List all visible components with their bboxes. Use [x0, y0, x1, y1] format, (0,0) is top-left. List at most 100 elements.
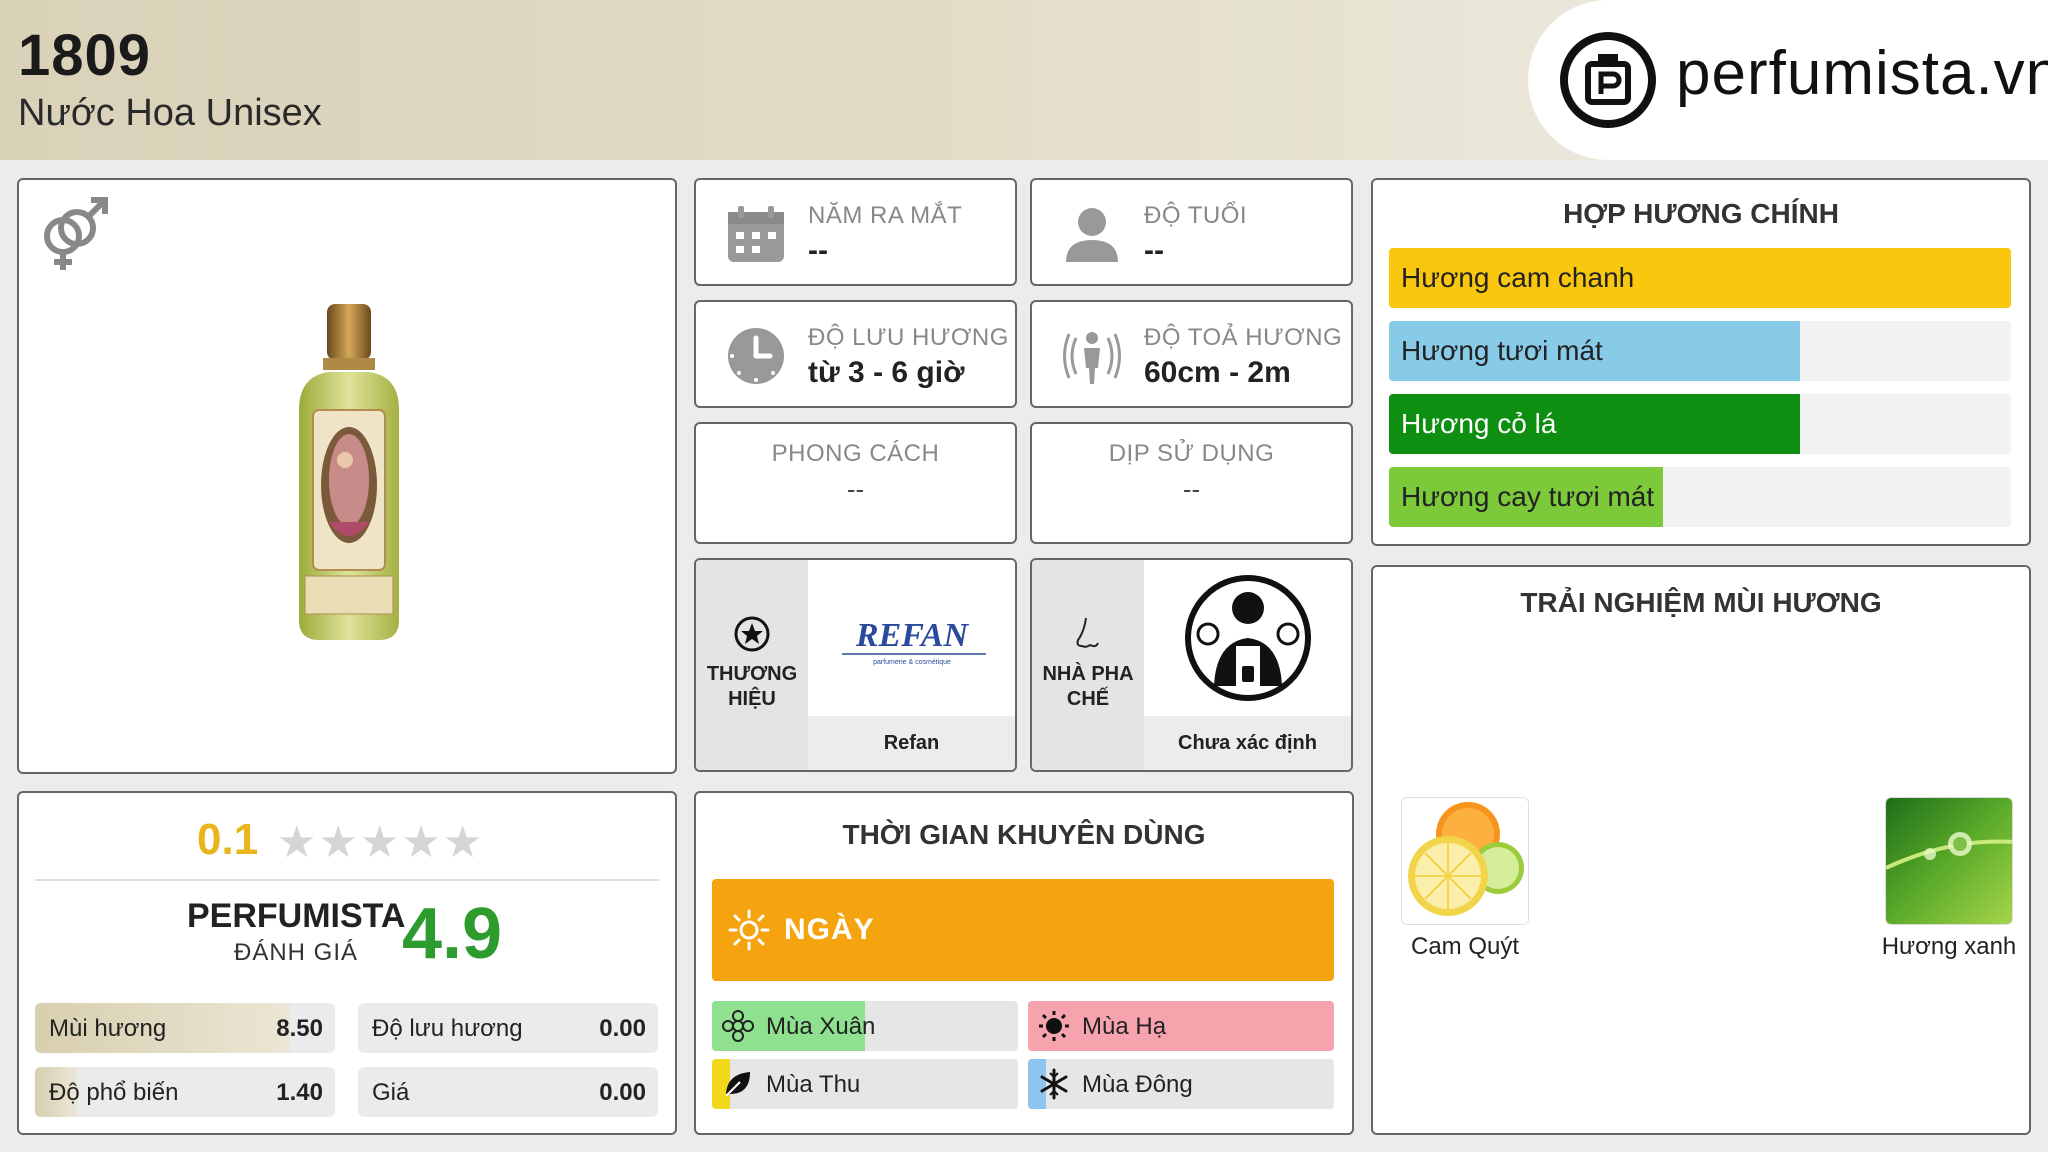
leaf-icon: [722, 1068, 754, 1100]
style-value: --: [846, 474, 865, 504]
accord-bar: Hương cam chanh: [1389, 248, 2011, 308]
occasion-label: DỊP SỬ DỤNG: [1108, 440, 1275, 467]
perfumer-label-line1: NHÀ PHA: [1042, 663, 1134, 685]
main-accords-title: HỢP HƯƠNG CHÍNH: [1563, 198, 1839, 229]
accord-bar: Hương cay tươi mát: [1389, 467, 2011, 527]
perfumer-label-line2: CHẾ: [1066, 688, 1110, 710]
rating-metric-value: 0.00: [599, 1079, 646, 1106]
refan-logo-image: REFAN parfumerie & cosmétique: [842, 617, 986, 666]
user-icon: [1066, 208, 1118, 262]
season-label: Mùa Xuân: [766, 1013, 876, 1040]
star-icon[interactable]: ★: [318, 818, 359, 867]
star-icon[interactable]: ★: [401, 818, 442, 867]
star-icon[interactable]: ★: [360, 818, 401, 867]
season-bar: Mùa Hạ: [1028, 1001, 1334, 1051]
season-label: Mùa Hạ: [1082, 1013, 1167, 1040]
accord-label: Hương tươi mát: [1401, 335, 1603, 366]
main-accords-card: HỢP HƯƠNG CHÍNH Hương cam chanh Hương tươ…: [1371, 178, 2031, 546]
release-year-label: NĂM RA MẮT: [808, 202, 963, 229]
star-badge-icon: [734, 616, 770, 652]
perfume-logo-icon: [1560, 32, 1656, 128]
sillage-icon: [1063, 332, 1121, 384]
release-year-value: --: [808, 234, 828, 267]
unisex-icon: [44, 197, 108, 270]
age-card: ĐỘ TUỔI --: [1030, 178, 1353, 286]
divider: [35, 879, 659, 881]
style-label: PHONG CÁCH: [771, 440, 940, 467]
product-title: 1809: [18, 23, 152, 88]
scent-experience-title: TRẢI NGHIỆM MÙI HƯƠNG: [1520, 587, 1882, 618]
brand-logo-subtext: parfumerie & cosmétique: [873, 659, 951, 666]
season-label: Mùa Thu: [766, 1071, 861, 1098]
perfumer-avatar-image: [1185, 575, 1311, 701]
user-rating-score: 0.1: [197, 815, 259, 864]
sun-icon: [728, 909, 770, 951]
green-label: Hương xanh: [1881, 933, 2017, 960]
season-bar: Mùa Xuân: [712, 1001, 1018, 1051]
brand-label-line1: THƯƠNG: [706, 663, 798, 685]
rating-metric: Mùi hương 8.50: [35, 1003, 335, 1053]
brand-label: THƯƠNG HIỆU: [696, 662, 808, 712]
star-icon[interactable]: ★: [443, 818, 484, 867]
style-card: PHONG CÁCH --: [694, 422, 1017, 544]
rating-metric-label: Giá: [372, 1079, 410, 1106]
brand-name: Refan: [808, 716, 1015, 770]
recommended-time-card: THỜI GIAN KHUYÊN DÙNG NGÀY Mùa Xuân Mùa H…: [694, 791, 1354, 1135]
rating-card: 0.1 ★★★★★ PERFUMISTA ĐÁNH GIÁ 4.9 Mùi hư…: [17, 791, 677, 1135]
perfumer-label-panel: NHÀ PHA CHẾ: [1032, 560, 1144, 770]
logo-text: perfumista.vn: [1676, 39, 2048, 108]
day-bar: NGÀY: [712, 879, 1334, 981]
perfumer-name: Chưa xác định: [1144, 716, 1351, 770]
rating-metric-value: 1.40: [276, 1079, 323, 1106]
rating-metric: Độ phổ biến 1.40: [35, 1067, 335, 1117]
citrus-label: Cam Quýt: [1410, 933, 1520, 960]
brand-logo-text: REFAN: [855, 617, 970, 654]
season-bar: Mùa Thu: [712, 1059, 1018, 1109]
product-image-card: [17, 178, 677, 774]
flower-icon: [722, 1010, 754, 1042]
perfumer-image: [1144, 560, 1351, 716]
star-icon[interactable]: ★: [277, 818, 318, 867]
recommended-time-title: THỜI GIAN KHUYÊN DÙNG: [842, 819, 1206, 850]
perfume-bottle-image: [299, 304, 399, 640]
citrus-image[interactable]: [1401, 797, 1529, 925]
brand-card[interactable]: THƯƠNG HIỆU REFAN parfumerie & cosmétiqu…: [694, 558, 1017, 772]
perfumista-label: PERFUMISTA: [187, 897, 406, 935]
sillage-card: ĐỘ TOẢ HƯƠNG 60cm - 2m: [1030, 300, 1353, 408]
header: 1809 Nước Hoa Unisex perfumista.vn: [0, 0, 2048, 160]
occasion-card: DỊP SỬ DỤNG --: [1030, 422, 1353, 544]
accord-label: Hương cỏ lá: [1401, 408, 1557, 439]
age-value: --: [1144, 234, 1164, 267]
accord-bar: Hương tươi mát: [1389, 321, 2011, 381]
brand-logo: REFAN parfumerie & cosmétique: [808, 560, 1015, 716]
rating-metric-label: Mùi hương: [49, 1015, 167, 1042]
site-logo[interactable]: perfumista.vn: [1528, 0, 2048, 160]
brand-content: REFAN parfumerie & cosmétique Refan: [808, 560, 1015, 770]
rating-metric: Độ lưu hương 0.00: [358, 1003, 658, 1053]
accord-bar: Hương cỏ lá: [1389, 394, 2011, 454]
sillage-value: 60cm - 2m: [1144, 356, 1291, 389]
rating-metric: Giá 0.00: [358, 1067, 658, 1117]
brand-label-line2: HIỆU: [728, 688, 776, 710]
green-leaf-image[interactable]: [1885, 797, 2013, 925]
clock-icon: [728, 328, 784, 384]
brand-label-panel: THƯƠNG HIỆU: [696, 560, 808, 770]
scent-experience-card: TRẢI NGHIỆM MÙI HƯƠNG Cam Quýt Hương xan…: [1371, 565, 2031, 1135]
rating-metric-label: Độ lưu hương: [372, 1015, 523, 1042]
star-rating[interactable]: ★★★★★: [277, 817, 484, 868]
day-label: NGÀY: [784, 913, 875, 946]
rating-metric-label: Độ phổ biến: [49, 1079, 179, 1106]
accord-label: Hương cam chanh: [1401, 262, 1635, 293]
perfumer-card[interactable]: NHÀ PHA CHẾ Chưa xác định: [1030, 558, 1353, 772]
season-label: Mùa Đông: [1082, 1071, 1193, 1098]
age-label: ĐỘ TUỔI: [1144, 202, 1248, 229]
rating-metric-value: 8.50: [276, 1015, 323, 1042]
longevity-value: từ 3 - 6 giờ: [808, 356, 965, 389]
calendar-icon: [728, 206, 784, 262]
perfumer-content: Chưa xác định: [1144, 560, 1351, 770]
product-subtitle: Nước Hoa Unisex: [18, 92, 322, 134]
season-bar: Mùa Đông: [1028, 1059, 1334, 1109]
rating-metric-value: 0.00: [599, 1015, 646, 1042]
perfumista-score: 4.9: [402, 894, 503, 974]
accord-label: Hương cay tươi mát: [1401, 481, 1655, 512]
